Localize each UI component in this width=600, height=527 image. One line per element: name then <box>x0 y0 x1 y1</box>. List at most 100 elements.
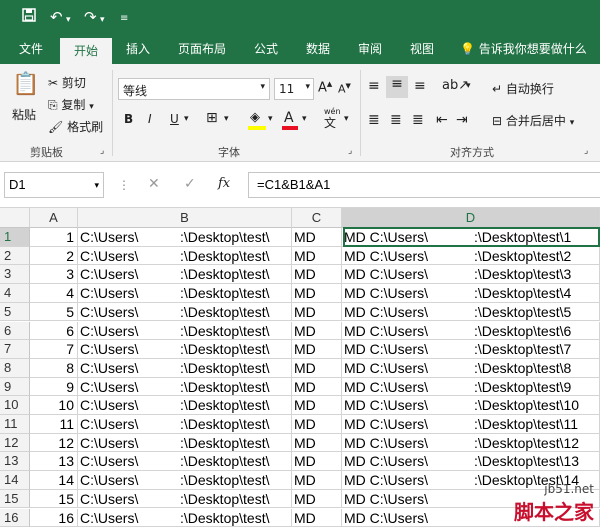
decrease-indent-icon[interactable]: ⇤ <box>436 112 448 128</box>
select-all-corner[interactable] <box>0 208 30 228</box>
cell-b-right[interactable]: :\Desktop\test\ <box>178 433 292 453</box>
fill-color-icon[interactable]: ◈ <box>250 110 260 125</box>
tab-data[interactable]: 数据 <box>298 34 338 64</box>
cell-b-right[interactable]: :\Desktop\test\ <box>178 321 292 341</box>
cell-b-left[interactable]: C:\Users\ <box>78 322 178 341</box>
cell-a[interactable]: 7 <box>30 340 78 359</box>
cell-c[interactable]: MD <box>292 246 342 266</box>
name-box[interactable]: D1 ▾ <box>4 172 104 198</box>
cell-a[interactable]: 13 <box>30 452 78 472</box>
merge-center-button[interactable]: ⊟ 合并后居中 ▾ <box>492 112 574 129</box>
chevron-down-icon[interactable]: ▾ <box>268 114 273 124</box>
cell-a[interactable]: 4 <box>30 284 78 303</box>
tab-review[interactable]: 审阅 <box>350 34 390 64</box>
cell-b-right[interactable]: :\Desktop\test\ <box>178 265 292 285</box>
cell-a[interactable]: 8 <box>30 358 78 378</box>
cell-c[interactable]: MD <box>292 433 342 453</box>
formula-input[interactable]: =C1&B1&A1 <box>248 172 600 198</box>
font-family-select[interactable]: 等线 ▾ <box>118 78 270 100</box>
cell-d-right[interactable]: :\Desktop\test\8 <box>472 358 600 378</box>
paste-icon[interactable]: 📋 <box>12 72 40 100</box>
cell-b-right[interactable]: :\Desktop\test\ <box>178 489 292 509</box>
cell-d-left[interactable]: MD C:\Users\ <box>342 340 472 359</box>
cell-b-left[interactable]: C:\Users\ <box>78 434 178 453</box>
cell-b-left[interactable]: C:\Users\ <box>78 378 178 397</box>
row-header[interactable]: 13 <box>0 452 30 472</box>
row-header[interactable]: 15 <box>0 489 30 509</box>
copy-button[interactable]: ⎘ 复制 ▾ <box>48 96 94 113</box>
dialog-launcher-icon[interactable]: ⌟ <box>100 146 104 156</box>
column-header-a[interactable]: A <box>30 208 78 228</box>
customize-icon[interactable]: ≡ <box>120 9 128 29</box>
cell-d-left[interactable]: MD C:\Users\ <box>342 322 472 341</box>
cell-c[interactable]: MD <box>292 321 342 341</box>
row-header[interactable]: 3 <box>0 265 30 285</box>
cell-b-right[interactable]: :\Desktop\test\ <box>178 228 292 247</box>
insert-function-icon[interactable]: fx <box>218 176 230 191</box>
cell-b-left[interactable]: C:\Users\ <box>78 340 178 359</box>
phonetic-icon[interactable]: wén 文 <box>324 108 341 131</box>
cell-d-right[interactable]: :\Desktop\test\6 <box>472 321 600 341</box>
align-top-icon[interactable]: ≡ <box>368 78 380 94</box>
row-header[interactable]: 9 <box>0 377 30 397</box>
row-header[interactable]: 7 <box>0 340 30 359</box>
tab-view[interactable]: 视图 <box>402 34 442 64</box>
row-header[interactable]: 11 <box>0 415 30 434</box>
cell-d-right[interactable]: :\Desktop\test\13 <box>472 452 600 472</box>
italic-button[interactable]: I <box>148 112 152 126</box>
cell-a[interactable]: 12 <box>30 433 78 453</box>
increase-font-icon[interactable]: A▲ <box>318 80 332 95</box>
align-center-icon[interactable]: ≣ <box>390 112 402 128</box>
cell-c[interactable]: MD <box>292 471 342 490</box>
cell-b-right[interactable]: :\Desktop\test\ <box>178 377 292 397</box>
tell-me-box[interactable]: 💡 告诉我你想要做什么 <box>460 34 587 64</box>
cell-b-left[interactable]: C:\Users\ <box>78 415 178 434</box>
row-header[interactable]: 8 <box>0 358 30 378</box>
cell-c[interactable]: MD <box>292 284 342 303</box>
cell-c[interactable]: MD <box>292 508 342 527</box>
cell-c[interactable]: MD <box>292 415 342 434</box>
cell-c[interactable]: MD <box>292 302 342 322</box>
cell-a[interactable]: 11 <box>30 415 78 434</box>
cell-c[interactable]: MD <box>292 340 342 359</box>
row-header[interactable]: 10 <box>0 396 30 415</box>
tab-formulas[interactable]: 公式 <box>246 34 286 64</box>
cell-d-left[interactable]: MD C:\Users\ <box>342 452 472 472</box>
row-header[interactable]: 6 <box>0 321 30 341</box>
cell-a[interactable]: 6 <box>30 321 78 341</box>
cell-d-left[interactable]: MD C:\Users\ <box>342 471 472 490</box>
row-header[interactable]: 1 <box>0 228 30 247</box>
bold-button[interactable]: B <box>124 112 133 126</box>
align-middle-icon[interactable]: ≡ <box>386 76 408 98</box>
cell-b-right[interactable]: :\Desktop\test\ <box>178 358 292 378</box>
cell-c[interactable]: MD <box>292 452 342 472</box>
redo-dropdown-icon[interactable]: ▾ <box>100 10 105 30</box>
cell-b-left[interactable]: C:\Users\ <box>78 265 178 285</box>
cell-b-right[interactable]: :\Desktop\test\ <box>178 471 292 490</box>
row-header[interactable]: 4 <box>0 284 30 303</box>
cell-b-left[interactable]: C:\Users\ <box>78 471 178 490</box>
column-header-b[interactable]: B <box>78 208 292 228</box>
align-bottom-icon[interactable]: ≡ <box>414 78 426 94</box>
cell-b-left[interactable]: C:\Users\ <box>78 303 178 322</box>
cell-b-right[interactable]: :\Desktop\test\ <box>178 340 292 359</box>
cell-d-left[interactable]: MD C:\Users\ <box>342 396 472 415</box>
cell-b-right[interactable]: :\Desktop\test\ <box>178 302 292 322</box>
tab-insert[interactable]: 插入 <box>118 34 158 64</box>
column-header-c[interactable]: C <box>292 208 342 228</box>
dialog-launcher-icon[interactable]: ⌟ <box>584 146 588 156</box>
underline-button[interactable]: U <box>170 112 179 126</box>
cell-b-left[interactable]: C:\Users\ <box>78 509 178 527</box>
cell-c[interactable]: MD <box>292 377 342 397</box>
cell-b-left[interactable]: C:\Users\ <box>78 284 178 303</box>
cell-b-left[interactable]: C:\Users\ <box>78 247 178 266</box>
chevron-down-icon[interactable]: ▾ <box>184 114 189 124</box>
align-left-icon[interactable]: ≣ <box>368 112 380 128</box>
wrap-text-button[interactable]: ↵ 自动换行 <box>492 80 554 97</box>
cell-d-right[interactable]: :\Desktop\test\12 <box>472 433 600 453</box>
cell-d-left[interactable]: MD C:\Users\ <box>342 359 472 378</box>
paste-button[interactable]: 粘贴 <box>12 106 36 123</box>
cell-d-right[interactable]: :\Desktop\test\7 <box>472 340 600 359</box>
cell-d-left[interactable]: MD C:\Users\ <box>342 434 472 453</box>
undo-dropdown-icon[interactable]: ▾ <box>66 10 71 30</box>
